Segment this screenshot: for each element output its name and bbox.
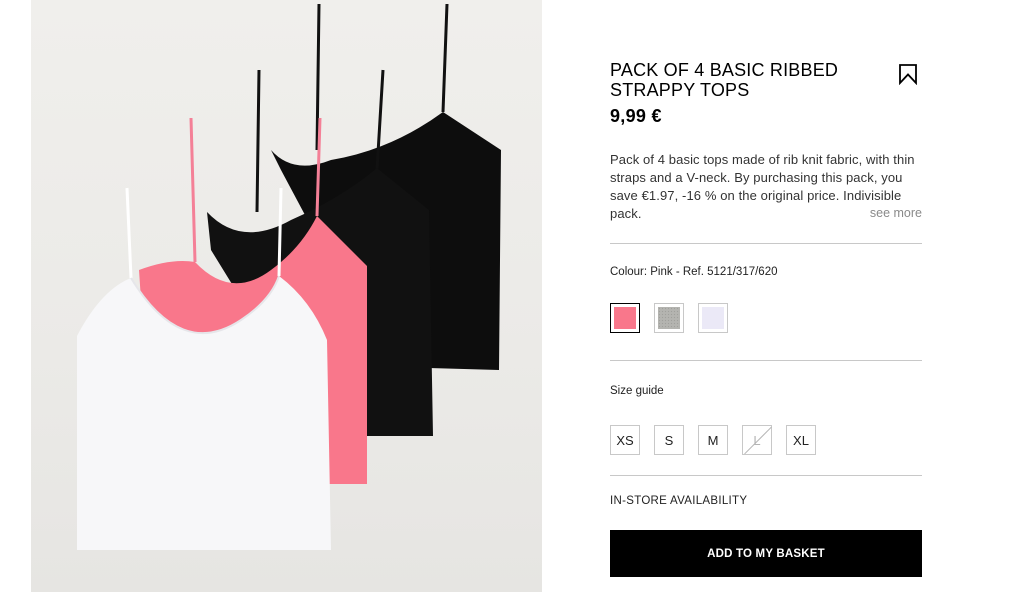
swatch-fill (702, 307, 724, 329)
colour-label: Colour: Pink - Ref. 5121/317/620 (610, 266, 778, 278)
add-to-basket-button[interactable]: ADD TO MY BASKET (610, 530, 922, 577)
size-option-xl[interactable]: XL (786, 425, 816, 455)
in-store-availability-link[interactable]: IN-STORE AVAILABILITY (610, 495, 747, 507)
product-price: 9,99 € (610, 106, 662, 126)
divider (610, 243, 922, 244)
colour-swatches (610, 303, 728, 333)
bookmark-icon[interactable] (897, 63, 919, 86)
product-info-panel: PACK OF 4 BASIC RIBBED STRAPPY TOPS 9,99… (610, 0, 922, 592)
colour-swatch-lilac[interactable] (698, 303, 728, 333)
product-photo (77, 3, 501, 550)
size-option-l[interactable]: L (742, 425, 772, 455)
swatch-fill (658, 307, 680, 329)
size-option-m[interactable]: M (698, 425, 728, 455)
divider (610, 360, 922, 361)
size-options: XS S M L XL (610, 425, 816, 455)
colour-swatch-pink[interactable] (610, 303, 640, 333)
size-guide-link[interactable]: Size guide (610, 385, 664, 397)
size-option-xs[interactable]: XS (610, 425, 640, 455)
swatch-fill (614, 307, 636, 329)
colour-swatch-grey-marl[interactable] (654, 303, 684, 333)
product-title: PACK OF 4 BASIC RIBBED STRAPPY TOPS (610, 60, 839, 100)
divider (610, 475, 922, 476)
product-image[interactable] (31, 0, 542, 592)
size-option-s[interactable]: S (654, 425, 684, 455)
see-more-link[interactable]: see more (870, 206, 922, 220)
